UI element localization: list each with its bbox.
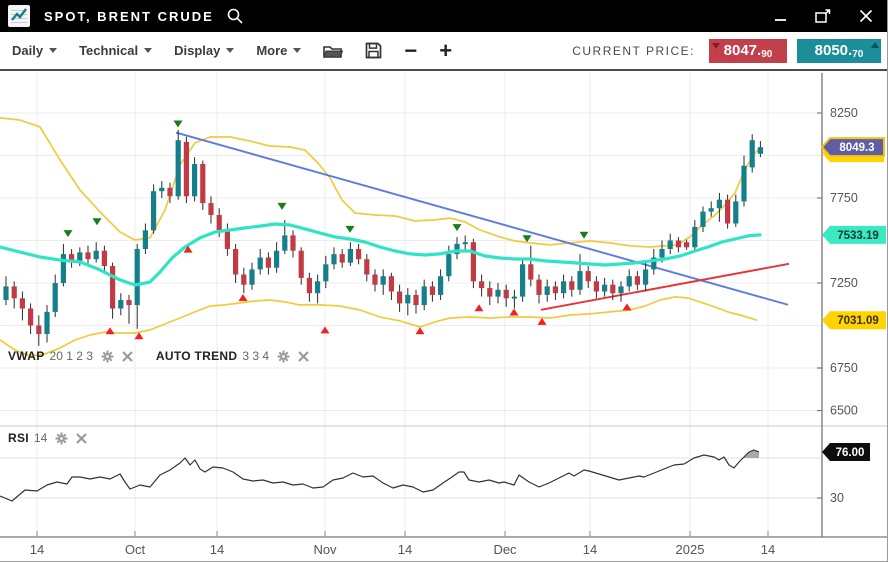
svg-text:30: 30	[830, 491, 844, 505]
menu-display[interactable]: Display	[174, 43, 234, 58]
zoom-out-button[interactable]: −	[404, 41, 417, 61]
close-icon[interactable]	[122, 351, 133, 362]
close-icon[interactable]	[76, 433, 87, 444]
chevron-down-icon	[293, 48, 301, 53]
svg-text:14: 14	[30, 542, 44, 557]
price-up-icon	[871, 42, 879, 48]
title-bar: SPOT, BRENT CRUDE	[0, 0, 887, 32]
gear-icon[interactable]	[55, 432, 68, 445]
close-icon[interactable]	[298, 351, 309, 362]
vwap-legend: VWAP 20 1 2 3	[8, 349, 133, 363]
svg-text:Nov: Nov	[313, 542, 337, 557]
chevron-down-icon	[49, 48, 57, 53]
svg-text:14: 14	[583, 542, 597, 557]
svg-text:Dec: Dec	[493, 542, 517, 557]
svg-text:8049.3: 8049.3	[839, 142, 874, 154]
menu-more[interactable]: More	[256, 43, 301, 58]
svg-text:14: 14	[761, 542, 775, 557]
bid-price-badge: 8047.90	[709, 39, 787, 63]
rsi-legend: RSI 14	[8, 431, 87, 445]
svg-text:7533.19: 7533.19	[837, 230, 879, 242]
current-price-label: CURRENT PRICE:	[572, 44, 695, 58]
svg-text:Oct: Oct	[125, 542, 146, 557]
auto-trend-legend: AUTO TREND 3 3 4	[156, 349, 309, 363]
search-icon[interactable]	[226, 7, 244, 25]
popout-icon[interactable]	[815, 9, 831, 24]
save-icon[interactable]	[365, 42, 382, 59]
folder-open-icon[interactable]	[323, 43, 343, 59]
ask-price-badge: 8050.70	[797, 39, 881, 63]
chart-svg: 8250 7750 7250 6750 6500 30 14 Oct 14 Nov 14 Dec 14 2…	[0, 73, 888, 562]
svg-text:2025: 2025	[676, 542, 705, 557]
app-logo-icon	[8, 5, 30, 27]
svg-text:6500: 6500	[830, 404, 858, 418]
svg-text:6750: 6750	[830, 361, 858, 375]
svg-text:76.00: 76.00	[836, 447, 865, 459]
menu-technical[interactable]: Technical	[79, 43, 152, 58]
svg-text:7250: 7250	[830, 276, 858, 290]
toolbar: Daily Technical Display More − + CURRENT…	[0, 32, 887, 71]
instrument-title: SPOT, BRENT CRUDE	[44, 9, 214, 24]
svg-text:14: 14	[210, 542, 224, 557]
trading-app-window: SPOT, BRENT CRUDE Daily Technical Displa…	[0, 0, 888, 562]
chevron-down-icon	[144, 48, 152, 53]
svg-text:8250: 8250	[830, 106, 858, 120]
svg-text:7750: 7750	[830, 191, 858, 205]
indicator-legend-row: VWAP 20 1 2 3 AUTO TREND 3 3 4	[8, 349, 327, 363]
zoom-in-button[interactable]: +	[439, 41, 452, 61]
chart-area[interactable]: 8250 7750 7250 6750 6500 30 14 Oct 14 Nov 14 Dec 14 2…	[0, 73, 888, 562]
svg-text:7031.09: 7031.09	[837, 315, 879, 327]
chevron-down-icon	[226, 48, 234, 53]
menu-daily[interactable]: Daily	[12, 43, 57, 58]
close-button[interactable]	[859, 9, 873, 23]
svg-text:14: 14	[398, 542, 412, 557]
minimize-button[interactable]	[774, 10, 787, 23]
price-down-icon	[712, 43, 720, 49]
gear-icon[interactable]	[101, 350, 114, 363]
gear-icon[interactable]	[277, 350, 290, 363]
